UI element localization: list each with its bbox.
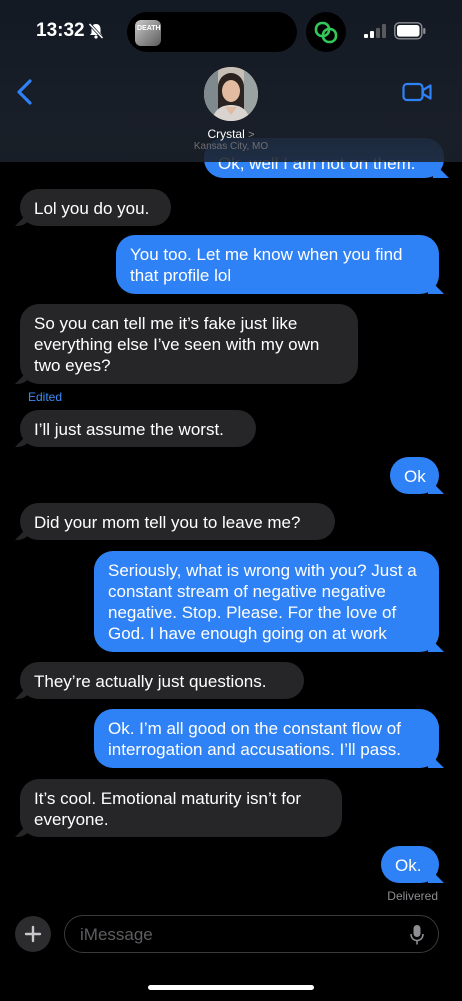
battery-icon xyxy=(394,22,426,40)
edited-label[interactable]: Edited xyxy=(28,390,62,404)
now-playing-artwork: DEATH xyxy=(135,20,161,46)
contact-name-text[interactable]: Crystal xyxy=(207,127,244,141)
back-chevron-icon[interactable] xyxy=(14,78,36,106)
delivered-status: Delivered xyxy=(387,889,438,903)
microphone-icon[interactable] xyxy=(410,924,424,946)
message-bubble-outgoing[interactable]: Ok. I’m all good on the constant flow of… xyxy=(94,709,439,768)
message-bubble-outgoing[interactable]: You too. Let me know when you find that … xyxy=(116,235,439,294)
messages-screen: Ok, well I am not on them. Lol you do yo… xyxy=(0,0,462,1001)
message-bubble-incoming[interactable]: I’ll just assume the worst. xyxy=(20,410,256,447)
imessage-input[interactable]: iMessage xyxy=(64,915,439,953)
message-bubble-incoming[interactable]: So you can tell me it’s fake just like e… xyxy=(20,304,358,384)
video-camera-icon[interactable] xyxy=(402,81,432,103)
status-time: 13:32 xyxy=(36,20,85,41)
signal-icon xyxy=(364,24,386,38)
message-bubble-outgoing[interactable]: Seriously, what is wrong with you? Just … xyxy=(94,551,439,652)
message-bubble-incoming[interactable]: Did your mom tell you to leave me? xyxy=(20,503,335,540)
contact-location: Kansas City, MO xyxy=(193,141,269,152)
home-indicator[interactable] xyxy=(148,985,314,990)
apps-plus-button[interactable] xyxy=(15,916,51,952)
contact-name[interactable]: Crystal > xyxy=(0,127,462,141)
artwork-text: DEATH xyxy=(137,25,161,32)
message-bubble-incoming[interactable]: They’re actually just questions. xyxy=(20,662,304,699)
link-icon xyxy=(314,21,338,44)
status-bar: 13:32 DEATH xyxy=(0,0,462,60)
chevron-right-icon: > xyxy=(248,129,255,141)
plus-icon xyxy=(24,925,42,943)
message-bubble-incoming[interactable]: Lol you do you. xyxy=(20,189,171,226)
avatar-portrait xyxy=(204,67,258,121)
message-bubble-outgoing[interactable]: Ok. xyxy=(381,846,439,883)
dynamic-island[interactable]: DEATH xyxy=(127,12,297,52)
link-activity[interactable] xyxy=(306,12,346,52)
message-bubble-outgoing[interactable]: Ok xyxy=(390,457,439,494)
contact-avatar[interactable] xyxy=(204,67,258,121)
imessage-placeholder: iMessage xyxy=(80,925,153,944)
bell-slash-icon xyxy=(88,22,104,40)
conversation-header: 13:32 DEATH Crystal > Kansas City, MO xyxy=(0,0,462,162)
message-bubble-incoming[interactable]: It’s cool. Emotional maturity isn’t for … xyxy=(20,779,342,837)
